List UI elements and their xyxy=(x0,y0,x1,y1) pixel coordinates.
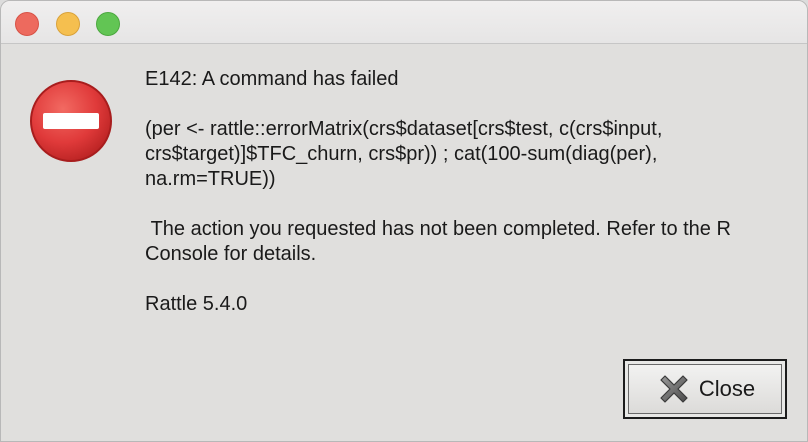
failed-command: (per <- rattle::errorMatrix(crs$dataset[… xyxy=(145,118,668,190)
window-minimize-button[interactable] xyxy=(56,12,80,36)
window-zoom-button[interactable] xyxy=(96,12,120,36)
close-button-face[interactable]: Close xyxy=(628,364,782,414)
dialog-window: E142: A command has failed (per <- rattl… xyxy=(0,0,808,442)
title-bar[interactable] xyxy=(1,1,807,44)
error-heading: E142: A command has failed xyxy=(145,68,399,90)
close-button-label: Close xyxy=(698,376,756,401)
x-mark-icon xyxy=(660,375,688,403)
error-message: The action you requested has not been co… xyxy=(145,218,737,265)
version-label: Rattle 5.4.0 xyxy=(145,293,248,315)
window-close-button[interactable] xyxy=(15,12,39,36)
message-area: E142: A command has failed (per <- rattl… xyxy=(145,67,785,317)
error-stop-icon xyxy=(30,80,112,162)
close-button[interactable]: Close xyxy=(623,359,787,419)
